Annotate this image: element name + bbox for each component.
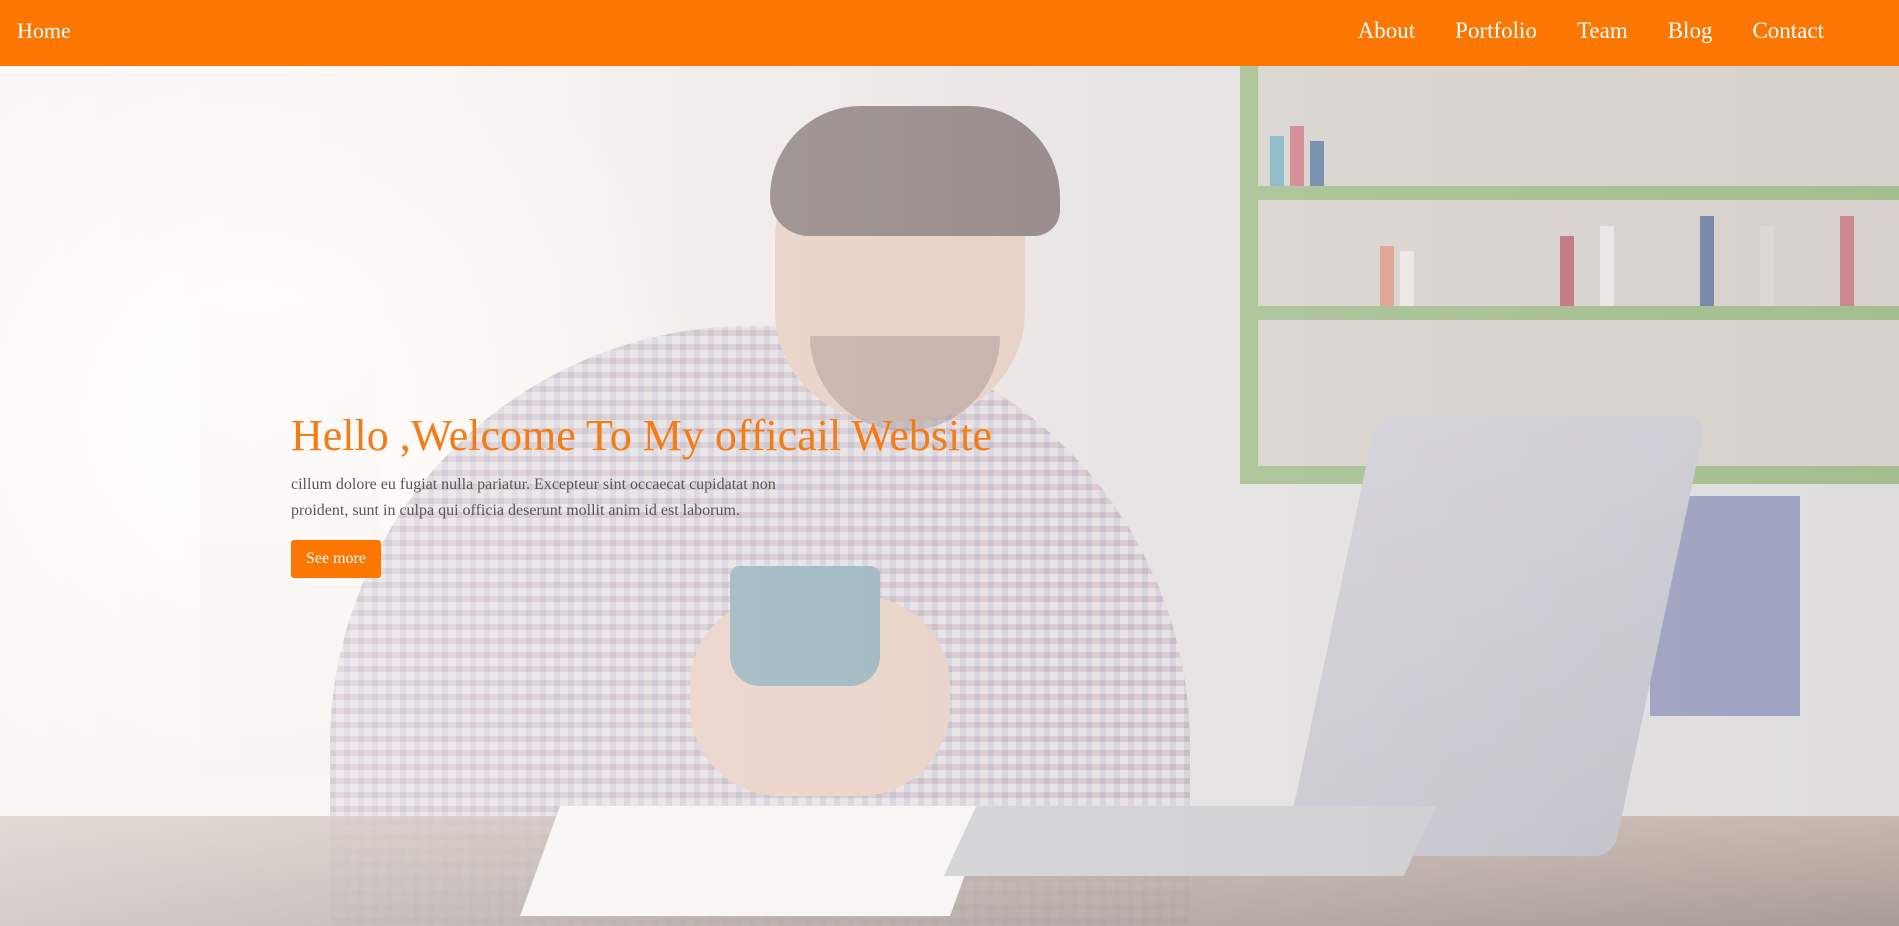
nav-link-about[interactable]: About <box>1358 18 1416 44</box>
hero-description: cillum dolore eu fugiat nulla pariatur. … <box>291 476 776 519</box>
nav-links: About Portfolio Team Blog Contact <box>1318 18 1824 44</box>
nav-link-team[interactable]: Team <box>1577 18 1628 44</box>
nav-link-portfolio[interactable]: Portfolio <box>1455 18 1537 44</box>
hero-title: Hello ,Welcome To My officail Website <box>291 411 993 460</box>
hero-content: Hello ,Welcome To My officail Website ci… <box>291 410 1051 578</box>
nav-home-link[interactable]: Home <box>17 18 71 44</box>
nav-link-contact[interactable]: Contact <box>1752 18 1824 44</box>
nav-link-blog[interactable]: Blog <box>1668 18 1713 44</box>
see-more-button[interactable]: See more <box>291 540 381 578</box>
page: Home About Portfolio Team Blog Contact H… <box>0 0 1899 926</box>
top-navbar: Home About Portfolio Team Blog Contact <box>0 0 1899 66</box>
